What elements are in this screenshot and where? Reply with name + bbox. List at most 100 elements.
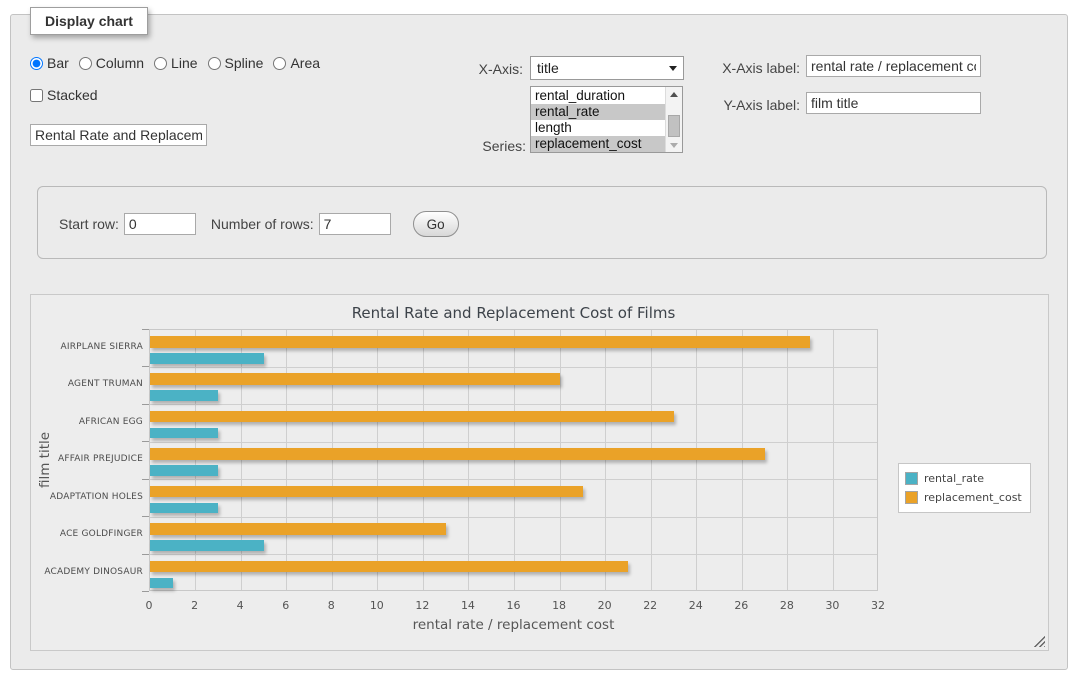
x-tick-label: 10 [357, 599, 397, 612]
gridline [377, 330, 378, 590]
x-tick-label: 14 [448, 599, 488, 612]
gridline [423, 330, 424, 590]
resize-handle-icon[interactable] [1033, 635, 1045, 647]
line-radio-label: Line [171, 55, 197, 71]
plot-area [149, 329, 878, 591]
chart-title: Rental Rate and Replacement Cost of Film… [149, 304, 878, 322]
y-axis-tick [142, 591, 149, 592]
area-radio[interactable] [273, 57, 286, 70]
series-listbox[interactable]: rental_durationrental_ratelengthreplacem… [530, 86, 683, 153]
x-tick-label: 20 [585, 599, 625, 612]
legend-label: rental_rate [924, 472, 984, 485]
gridline [286, 330, 287, 590]
chart: Rental Rate and Replacement Cost of Film… [30, 294, 1049, 651]
legend-item: replacement_cost [905, 488, 1022, 507]
gridline [468, 330, 469, 590]
gridline [696, 330, 697, 590]
x-tick-label: 26 [721, 599, 761, 612]
chart-type-bar[interactable]: Bar [30, 55, 69, 71]
stacked-option: Stacked [30, 87, 98, 103]
num-rows-input[interactable] [319, 213, 391, 235]
gridline [560, 330, 561, 590]
gridline [150, 404, 877, 405]
x-tick-label: 0 [129, 599, 169, 612]
x-axis-label-input[interactable] [806, 55, 981, 77]
y-axis-tick [142, 366, 149, 367]
chart-type-area[interactable]: Area [273, 55, 320, 71]
bar-radio-label: Bar [47, 55, 69, 71]
legend-item: rental_rate [905, 469, 1022, 488]
gridline [742, 330, 743, 590]
gridline [833, 330, 834, 590]
gridline [605, 330, 606, 590]
gridline [241, 330, 242, 590]
series-option[interactable]: replacement_cost [531, 136, 665, 152]
column-radio[interactable] [79, 57, 92, 70]
y-axis-tick [142, 329, 149, 330]
bar-replacement_cost [150, 523, 446, 535]
bar-rental_rate [150, 390, 218, 401]
num-rows-label: Number of rows: [211, 216, 314, 232]
scrollbar-thumb[interactable] [668, 115, 680, 137]
series-option[interactable]: rental_rate [531, 104, 665, 120]
series-option[interactable]: rental_duration [531, 88, 665, 104]
bar-replacement_cost [150, 448, 765, 460]
category-label: AGENT TRUMAN [31, 366, 143, 403]
area-radio-label: Area [290, 55, 320, 71]
chart-title-input[interactable] [30, 124, 207, 146]
start-row-input[interactable] [124, 213, 196, 235]
bar-rental_rate [150, 578, 173, 589]
chart-type-spline[interactable]: Spline [208, 55, 264, 71]
y-axis-tick [142, 479, 149, 480]
bar-rental_rate [150, 503, 218, 514]
legend-label: replacement_cost [924, 491, 1022, 504]
legend-swatch [905, 491, 918, 504]
category-label: ACADEMY DINOSAUR [31, 554, 143, 591]
stacked-checkbox[interactable] [30, 89, 43, 102]
gridline [787, 330, 788, 590]
chart-type-line[interactable]: Line [154, 55, 197, 71]
bar-replacement_cost [150, 411, 674, 423]
gridline [195, 330, 196, 590]
y-axis-tick [142, 441, 149, 442]
chart-type-column[interactable]: Column [79, 55, 144, 71]
spline-radio[interactable] [208, 57, 221, 70]
x-tick-label: 28 [767, 599, 807, 612]
bar-replacement_cost [150, 561, 628, 573]
category-label: ADAPTATION HOLES [31, 479, 143, 516]
x-axis-select-label: X-Axis: [433, 61, 523, 77]
series-option[interactable]: length [531, 120, 665, 136]
y-axis-label-input[interactable] [806, 92, 981, 114]
bar-radio[interactable] [30, 57, 43, 70]
y-axis-tick [142, 404, 149, 405]
bar-replacement_cost [150, 486, 583, 498]
bar-replacement_cost [150, 373, 560, 385]
legend-swatch [905, 472, 918, 485]
bar-rental_rate [150, 465, 218, 476]
chart-legend: rental_rate replacement_cost [898, 463, 1031, 513]
scrollbar-down-icon[interactable] [666, 138, 682, 152]
series-scrollbar[interactable] [665, 87, 682, 152]
x-axis-label-label: X-Axis label: [710, 60, 800, 76]
y-axis-tick [142, 516, 149, 517]
x-tick-label: 18 [539, 599, 579, 612]
row-range-panel: Start row: Number of rows: Go [37, 186, 1047, 259]
x-axis-selected-value: title [537, 60, 669, 76]
line-radio[interactable] [154, 57, 167, 70]
go-button[interactable]: Go [413, 211, 459, 237]
gridline [332, 330, 333, 590]
page: Display chart Bar Column Line Spline Are… [0, 0, 1081, 681]
chart-type-radio-group: Bar Column Line Spline Area [30, 55, 330, 71]
x-tick-label: 8 [311, 599, 351, 612]
x-axis-select[interactable]: title [530, 56, 684, 80]
gridline [514, 330, 515, 590]
panel-title: Display chart [30, 7, 148, 35]
x-tick-label: 4 [220, 599, 260, 612]
series-options: rental_durationrental_ratelengthreplacem… [531, 87, 665, 152]
bar-rental_rate [150, 353, 264, 364]
bar-rental_rate [150, 428, 218, 439]
series-select-label: Series: [436, 138, 526, 154]
x-tick-label: 6 [266, 599, 306, 612]
gridline [150, 479, 877, 480]
scrollbar-up-icon[interactable] [666, 87, 682, 101]
